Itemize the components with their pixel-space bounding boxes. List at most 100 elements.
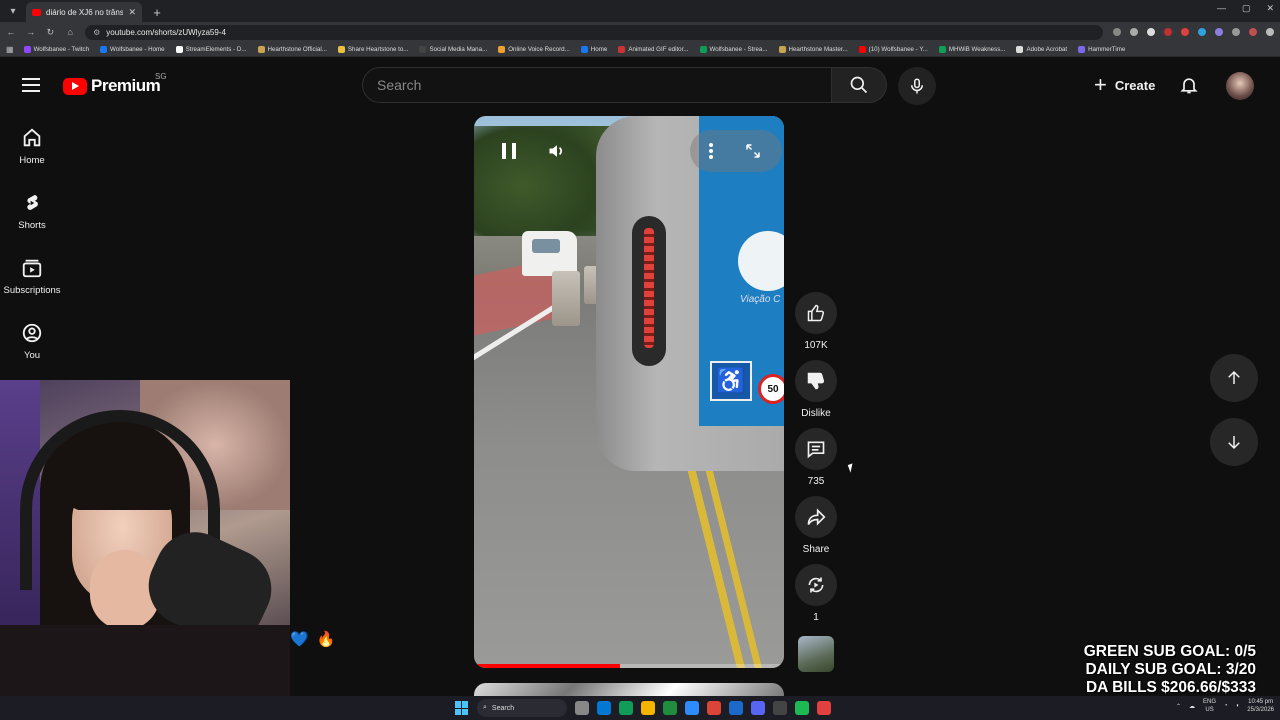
video-progress-bar[interactable] — [474, 664, 784, 668]
taskbar-search[interactable]: ⌕ Search — [477, 699, 567, 717]
remix-button[interactable] — [795, 564, 837, 606]
bookmark-item[interactable]: Hearthstone Official... — [257, 45, 327, 53]
address-bar[interactable]: ⚙ youtube.com/shorts/zUWlyza59-4 — [85, 24, 1103, 40]
tray-chevron-icon[interactable]: ⌃ — [1176, 703, 1181, 710]
more-options-button[interactable] — [700, 140, 722, 162]
bookmark-item[interactable]: Animated GIF editor... — [618, 45, 689, 53]
tab-title: diário de XJ6 no trânsito 💙 🔊 — [46, 7, 124, 17]
sidebar-item-you[interactable]: You — [0, 309, 64, 373]
minimize-icon[interactable]: — — [1217, 3, 1226, 14]
taskbar-app-icon[interactable] — [685, 701, 699, 715]
tab-search-icon[interactable]: ▾ — [4, 2, 22, 20]
bookmark-item[interactable]: Wolfsbanee - Twitch — [23, 45, 90, 53]
create-button[interactable]: + Create — [1082, 68, 1167, 102]
taskbar-app-icon[interactable] — [751, 701, 765, 715]
video-progress-fill — [474, 664, 620, 668]
taskbar-app-icon[interactable] — [641, 701, 655, 715]
windows-start-icon[interactable] — [455, 701, 469, 715]
microphone-icon — [911, 78, 923, 94]
bookmark-label: Wolfsbanee - Twitch — [33, 45, 90, 53]
fullscreen-button[interactable] — [742, 140, 764, 162]
bookmark-item[interactable]: Share Heartstone to... — [337, 45, 408, 53]
zoom-icon[interactable] — [1130, 28, 1138, 36]
browser-menu-icon[interactable] — [1266, 28, 1274, 36]
forward-icon[interactable]: → — [26, 27, 36, 37]
volume-button[interactable] — [546, 140, 568, 162]
bookmark-favicon-icon — [778, 45, 786, 53]
bookmark-item[interactable]: HammerTime — [1078, 45, 1125, 53]
comments-button[interactable] — [795, 428, 837, 470]
profile-icon[interactable] — [1249, 28, 1257, 36]
maximize-icon[interactable]: ▢ — [1242, 3, 1251, 14]
sidebar-item-subscriptions[interactable]: Subscriptions — [0, 244, 64, 308]
extension-icon[interactable] — [1215, 28, 1223, 36]
bookmark-item[interactable]: Adobe Acrobat — [1016, 45, 1067, 53]
shorts-player[interactable]: Viação C ♿ 50 — [474, 116, 784, 668]
bookmark-favicon-icon — [938, 45, 946, 53]
clock[interactable]: 10:45 pm 25/3/2026 — [1247, 698, 1274, 714]
taskbar-app-icon[interactable] — [619, 701, 633, 715]
bookmark-item[interactable]: Wolfsbanee - Strea... — [699, 45, 768, 53]
apps-icon[interactable]: ▦ — [6, 45, 14, 54]
bookmark-item[interactable]: Home — [580, 45, 607, 53]
bookmark-item[interactable]: Online Voice Record... — [498, 45, 570, 53]
green-sub-goal: GREEN SUB GOAL: 0/5 — [1083, 643, 1256, 660]
bookmark-favicon-icon — [23, 45, 31, 53]
taskbar-app-icon[interactable] — [773, 701, 787, 715]
home-browser-icon[interactable]: ⌂ — [65, 27, 75, 37]
bookmark-item[interactable]: MHWiB Weakness... — [938, 45, 1005, 53]
onedrive-icon[interactable]: ☁ — [1189, 703, 1195, 710]
site-info-icon[interactable]: ⚙ — [93, 28, 100, 37]
close-tab-icon[interactable]: ✕ — [128, 7, 136, 18]
extension-icon[interactable] — [1181, 28, 1189, 36]
comment-icon — [807, 441, 825, 459]
bookmark-label: Animated GIF editor... — [628, 45, 689, 53]
taskbar-app-icon[interactable] — [729, 701, 743, 715]
avatar[interactable] — [1226, 72, 1254, 100]
search-button[interactable] — [831, 67, 887, 103]
bookmark-item[interactable]: (10) Wolfsbanee - Y... — [858, 45, 928, 53]
bookmark-favicon-icon — [100, 45, 108, 53]
browser-tab-active[interactable]: diário de XJ6 no trânsito 💙 🔊 ✕ — [26, 2, 142, 22]
share-button[interactable] — [795, 496, 837, 538]
voice-search-button[interactable] — [898, 67, 936, 105]
menu-icon[interactable] — [22, 78, 40, 92]
extension-icon[interactable] — [1164, 28, 1172, 36]
previous-short-button[interactable] — [1210, 354, 1258, 402]
speaker-icon[interactable]: ◖ — [1236, 703, 1240, 709]
sound-thumbnail[interactable] — [798, 636, 834, 672]
taskbar-app-icon[interactable] — [707, 701, 721, 715]
reload-icon[interactable]: ↻ — [46, 27, 56, 38]
bookmark-star-icon[interactable] — [1147, 28, 1155, 36]
like-button[interactable] — [795, 292, 837, 334]
taskbar-app-icon[interactable] — [597, 701, 611, 715]
bookmark-item[interactable]: Wolfsbanee - Home — [100, 45, 165, 53]
taskbar-app-icon[interactable] — [817, 701, 831, 715]
cast-icon[interactable] — [1113, 28, 1121, 36]
youtube-premium-logo[interactable]: Premium SG — [63, 72, 167, 96]
sidebar-item-shorts[interactable]: Shorts — [0, 179, 64, 243]
create-label: Create — [1114, 77, 1156, 93]
next-short-button[interactable] — [1210, 418, 1258, 466]
close-window-icon[interactable]: ✕ — [1266, 3, 1274, 14]
bookmark-item[interactable]: StreamElements - D... — [175, 45, 247, 53]
new-tab-icon[interactable]: + — [148, 3, 166, 21]
bookmark-label: Social Media Mana... — [429, 45, 488, 53]
wheelchair-sign-icon: ♿ — [710, 361, 752, 401]
extensions-puzzle-icon[interactable] — [1232, 28, 1240, 36]
search-input[interactable] — [377, 77, 832, 93]
taskbar-app-icon[interactable] — [795, 701, 809, 715]
notifications-button[interactable] — [1172, 68, 1206, 102]
language-indicator[interactable]: ENG US — [1203, 698, 1216, 714]
back-icon[interactable]: ← — [6, 27, 16, 37]
taskbar-app-icon[interactable] — [663, 701, 677, 715]
bookmark-item[interactable]: Social Media Mana... — [419, 45, 488, 53]
extension-icon[interactable] — [1198, 28, 1206, 36]
dislike-button[interactable] — [795, 360, 837, 402]
sidebar-item-home[interactable]: Home — [0, 114, 64, 178]
wifi-icon[interactable]: ◔ — [1224, 703, 1228, 709]
bookmark-item[interactable]: Hearthstone Master... — [778, 45, 848, 53]
thumbs-down-icon — [807, 372, 825, 390]
taskbar-app-icon[interactable] — [575, 701, 589, 715]
pause-button[interactable] — [498, 140, 520, 162]
